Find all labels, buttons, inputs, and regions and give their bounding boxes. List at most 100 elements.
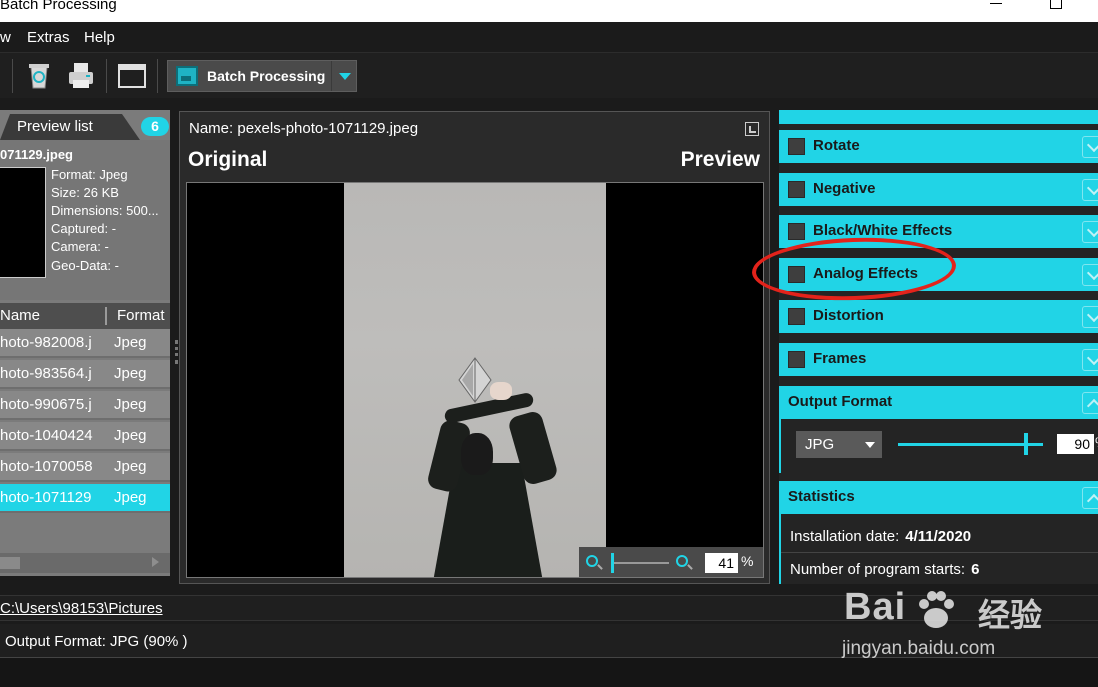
- toolbar-separator: [106, 59, 107, 93]
- output-format-header[interactable]: Output Format: [779, 386, 1098, 419]
- row-name: hoto-982008.j: [0, 334, 92, 351]
- batch-processing-label: Batch Processing: [207, 68, 326, 84]
- menu-bar: w Extras Help: [0, 22, 1098, 52]
- zoom-control: 41 %: [579, 547, 763, 577]
- statistics-header[interactable]: Statistics: [779, 481, 1098, 514]
- zoom-input[interactable]: 41: [705, 553, 738, 573]
- distortion-checkbox[interactable]: [788, 308, 805, 325]
- watermark-brand: Bai: [844, 586, 907, 628]
- negative-label: Negative: [813, 180, 876, 197]
- figure-head: [461, 433, 493, 475]
- row-format: Jpeg: [114, 458, 147, 475]
- installation-date-value: 4/11/2020: [905, 528, 972, 545]
- printer-icon[interactable]: [66, 61, 96, 91]
- batch-processing-button[interactable]: Batch Processing: [167, 60, 357, 92]
- maximize-icon[interactable]: [1050, 0, 1062, 9]
- quality-input[interactable]: 90: [1057, 434, 1094, 454]
- effects-panel: Rotate Negative Black/White Effects Anal…: [779, 110, 1098, 584]
- rotate-checkbox[interactable]: [788, 138, 805, 155]
- tab-preview-list[interactable]: Preview list: [0, 114, 140, 140]
- expand-icon[interactable]: [1082, 306, 1098, 328]
- expand-icon[interactable]: [1082, 179, 1098, 201]
- column-separator[interactable]: [105, 307, 107, 325]
- toolbar: Batch Processing: [0, 52, 1098, 98]
- external-window-icon[interactable]: [745, 122, 759, 136]
- collapsed-section-edge: [779, 110, 1098, 124]
- frames-checkbox[interactable]: [788, 351, 805, 368]
- effect-rotate[interactable]: Rotate: [779, 130, 1098, 163]
- row-format: Jpeg: [114, 334, 147, 351]
- row-name: hoto-1040424: [0, 427, 93, 444]
- scrollbar-thumb[interactable]: [0, 557, 20, 569]
- window-title: Batch Processing: [0, 0, 117, 13]
- chevron-down-icon[interactable]: [339, 73, 351, 80]
- table-row[interactable]: hoto-983564.j Jpeg: [0, 360, 170, 389]
- table-row[interactable]: hoto-1070058 Jpeg: [0, 453, 170, 482]
- row-name: hoto-1071129: [0, 489, 92, 506]
- watermark-url: jingyan.baidu.com: [842, 638, 996, 659]
- row-name: hoto-1070058: [0, 458, 93, 475]
- scroll-right-icon[interactable]: [152, 557, 159, 567]
- row-name: hoto-990675.j: [0, 396, 92, 413]
- zoom-track[interactable]: [613, 562, 669, 564]
- collapse-icon[interactable]: [1082, 487, 1098, 509]
- minimize-icon[interactable]: [990, 3, 1002, 4]
- table-row[interactable]: hoto-982008.j Jpeg: [0, 329, 170, 358]
- watermark-brand-cn: 经验: [978, 597, 1043, 633]
- analog-checkbox[interactable]: [788, 266, 805, 283]
- format-select-value: JPG: [805, 436, 835, 453]
- effect-negative[interactable]: Negative: [779, 173, 1098, 206]
- toolbar-separator: [157, 59, 158, 93]
- column-name[interactable]: Name: [0, 307, 40, 324]
- divider: [781, 552, 1098, 553]
- watermark: Bai 经验 jingyan.baidu.com: [838, 582, 1078, 662]
- zoom-slider-handle[interactable]: [611, 553, 614, 573]
- frames-label: Frames: [813, 350, 867, 367]
- row-format: Jpeg: [114, 489, 147, 506]
- zoom-in-icon[interactable]: [676, 555, 688, 567]
- horizontal-scrollbar[interactable]: [0, 553, 170, 573]
- figure-hand: [490, 382, 512, 400]
- effect-frames[interactable]: Frames: [779, 343, 1098, 376]
- expand-icon[interactable]: [1082, 264, 1098, 286]
- expand-icon[interactable]: [1082, 221, 1098, 243]
- original-label: Original: [188, 148, 268, 171]
- effect-black-white[interactable]: Black/White Effects: [779, 215, 1098, 248]
- meta-captured: Captured: -: [51, 221, 117, 236]
- preview-panel: Name: pexels-photo-1071129.jpeg Original…: [179, 111, 770, 584]
- meta-camera: Camera: -: [51, 239, 109, 254]
- meta-format: Format: Jpeg: [51, 167, 128, 182]
- black-white-checkbox[interactable]: [788, 223, 805, 240]
- output-format-status: Output Format: JPG (90% ): [5, 633, 188, 650]
- table-row-selected[interactable]: hoto-1071129 Jpeg: [0, 484, 170, 513]
- collapse-icon[interactable]: [1082, 392, 1098, 414]
- effect-analog[interactable]: Analog Effects: [779, 258, 1098, 291]
- panel-splitter[interactable]: [175, 340, 178, 364]
- image-viewer[interactable]: 41 %: [186, 182, 764, 578]
- format-select[interactable]: JPG: [796, 431, 882, 458]
- preview-label: Preview: [680, 148, 760, 171]
- quality-slider-track[interactable]: [898, 443, 1043, 446]
- split-slider-handle-icon[interactable]: [457, 356, 493, 404]
- row-format: Jpeg: [114, 427, 147, 444]
- installation-date-label: Installation date:: [790, 528, 900, 545]
- window-icon[interactable]: [117, 61, 147, 91]
- expand-icon[interactable]: [1082, 349, 1098, 371]
- zoom-out-icon[interactable]: [586, 555, 598, 567]
- column-format[interactable]: Format: [117, 307, 165, 324]
- effect-distortion[interactable]: Distortion: [779, 300, 1098, 333]
- menu-help[interactable]: Help: [84, 29, 115, 46]
- expand-icon[interactable]: [1082, 136, 1098, 158]
- recycle-bin-icon[interactable]: [24, 61, 54, 91]
- menu-view[interactable]: w: [0, 29, 11, 46]
- program-starts: Number of program starts: 6: [790, 561, 979, 578]
- menu-extras[interactable]: Extras: [27, 29, 70, 46]
- quality-slider-handle[interactable]: [1024, 433, 1028, 455]
- negative-checkbox[interactable]: [788, 181, 805, 198]
- folder-path-link[interactable]: C:\Users\98153\Pictures: [0, 600, 163, 617]
- black-white-label: Black/White Effects: [813, 222, 953, 239]
- analog-label: Analog Effects: [813, 265, 919, 282]
- rotate-label: Rotate: [813, 137, 860, 154]
- table-row[interactable]: hoto-990675.j Jpeg: [0, 391, 170, 420]
- table-row[interactable]: hoto-1040424 Jpeg: [0, 422, 170, 451]
